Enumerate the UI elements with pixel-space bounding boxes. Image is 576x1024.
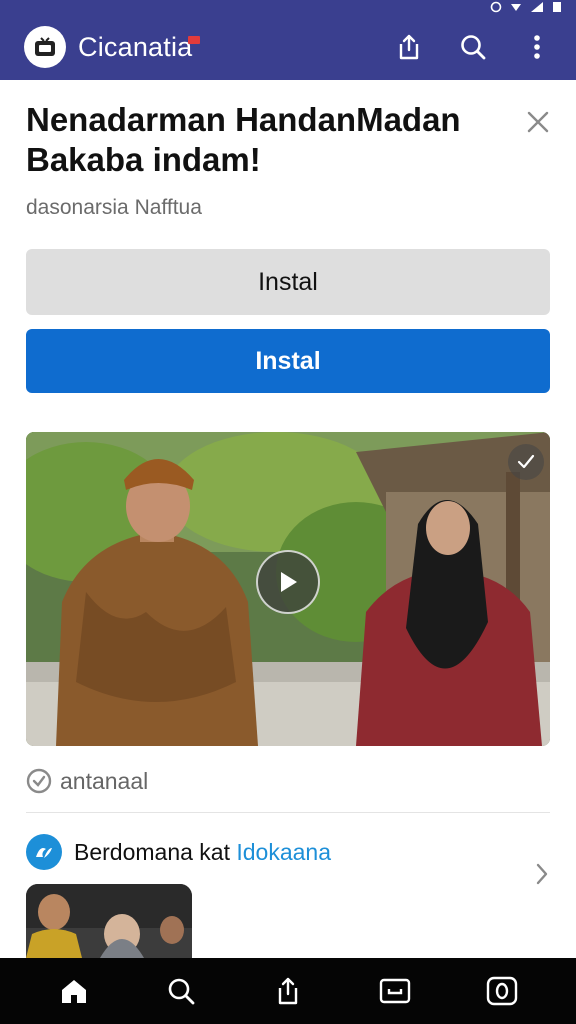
tv-icon <box>35 37 55 56</box>
alarm-icon <box>490 1 502 13</box>
install-secondary-button[interactable]: Instal <box>26 249 550 315</box>
recommend-prefix: Berdomana kat <box>74 838 237 865</box>
nav-share[interactable] <box>262 965 314 1017</box>
brand-glyph-icon <box>36 848 52 858</box>
app-logo[interactable] <box>24 26 66 68</box>
video-corner-button[interactable] <box>508 444 544 480</box>
nav-profile[interactable] <box>476 965 528 1017</box>
check-icon <box>517 454 535 469</box>
close-icon <box>527 111 549 133</box>
verified-icon <box>26 768 52 794</box>
app-title: Cicanatia <box>78 31 201 63</box>
inbox-icon <box>379 978 411 1004</box>
nav-home[interactable] <box>48 965 100 1017</box>
recommend-row[interactable]: Berdomana kat Idokaana <box>26 830 556 874</box>
share-button[interactable] <box>392 30 426 64</box>
install-primary-button[interactable]: Instal <box>26 329 550 393</box>
more-button[interactable] <box>520 30 554 64</box>
share-icon <box>399 34 419 60</box>
play-icon <box>281 572 297 592</box>
profile-icon <box>487 976 518 1006</box>
recommend-thumbnail[interactable] <box>26 884 192 958</box>
bottom-nav <box>0 958 576 1024</box>
wifi-icon <box>511 4 521 11</box>
search-button[interactable] <box>456 30 490 64</box>
banner-title: Nenadarman HandanMadan Bakaba indam! <box>26 101 461 178</box>
banner-subtitle: dasonarsia Nafftua <box>26 196 202 219</box>
live-badge <box>188 35 201 44</box>
more-vert-icon <box>534 35 540 59</box>
recommend-highlight: Idokaana <box>236 838 332 865</box>
video-player[interactable] <box>26 432 550 746</box>
search-icon <box>168 978 195 1005</box>
share-icon <box>278 977 298 1005</box>
battery-icon <box>553 2 561 12</box>
brand-icon <box>26 834 62 870</box>
app-title-text: Cicanatia <box>78 31 193 62</box>
search-icon <box>461 35 486 60</box>
app-bar: Cicanatia <box>0 14 576 80</box>
nav-inbox[interactable] <box>369 965 421 1017</box>
status-bar <box>0 0 576 14</box>
close-button[interactable] <box>522 106 554 138</box>
nav-search[interactable] <box>155 965 207 1017</box>
signal-icon <box>531 2 543 12</box>
source-row[interactable]: antanaal <box>26 764 148 798</box>
chevron-right-icon[interactable] <box>534 862 550 886</box>
status-icons <box>490 0 562 14</box>
play-button[interactable] <box>256 550 320 614</box>
recommend-text: Berdomana kat Idokaana <box>74 839 331 866</box>
app-bar-actions <box>392 14 554 80</box>
source-label: antanaal <box>60 767 149 794</box>
divider <box>26 812 550 813</box>
home-icon <box>61 980 86 1003</box>
thumbnail-image <box>26 884 192 958</box>
